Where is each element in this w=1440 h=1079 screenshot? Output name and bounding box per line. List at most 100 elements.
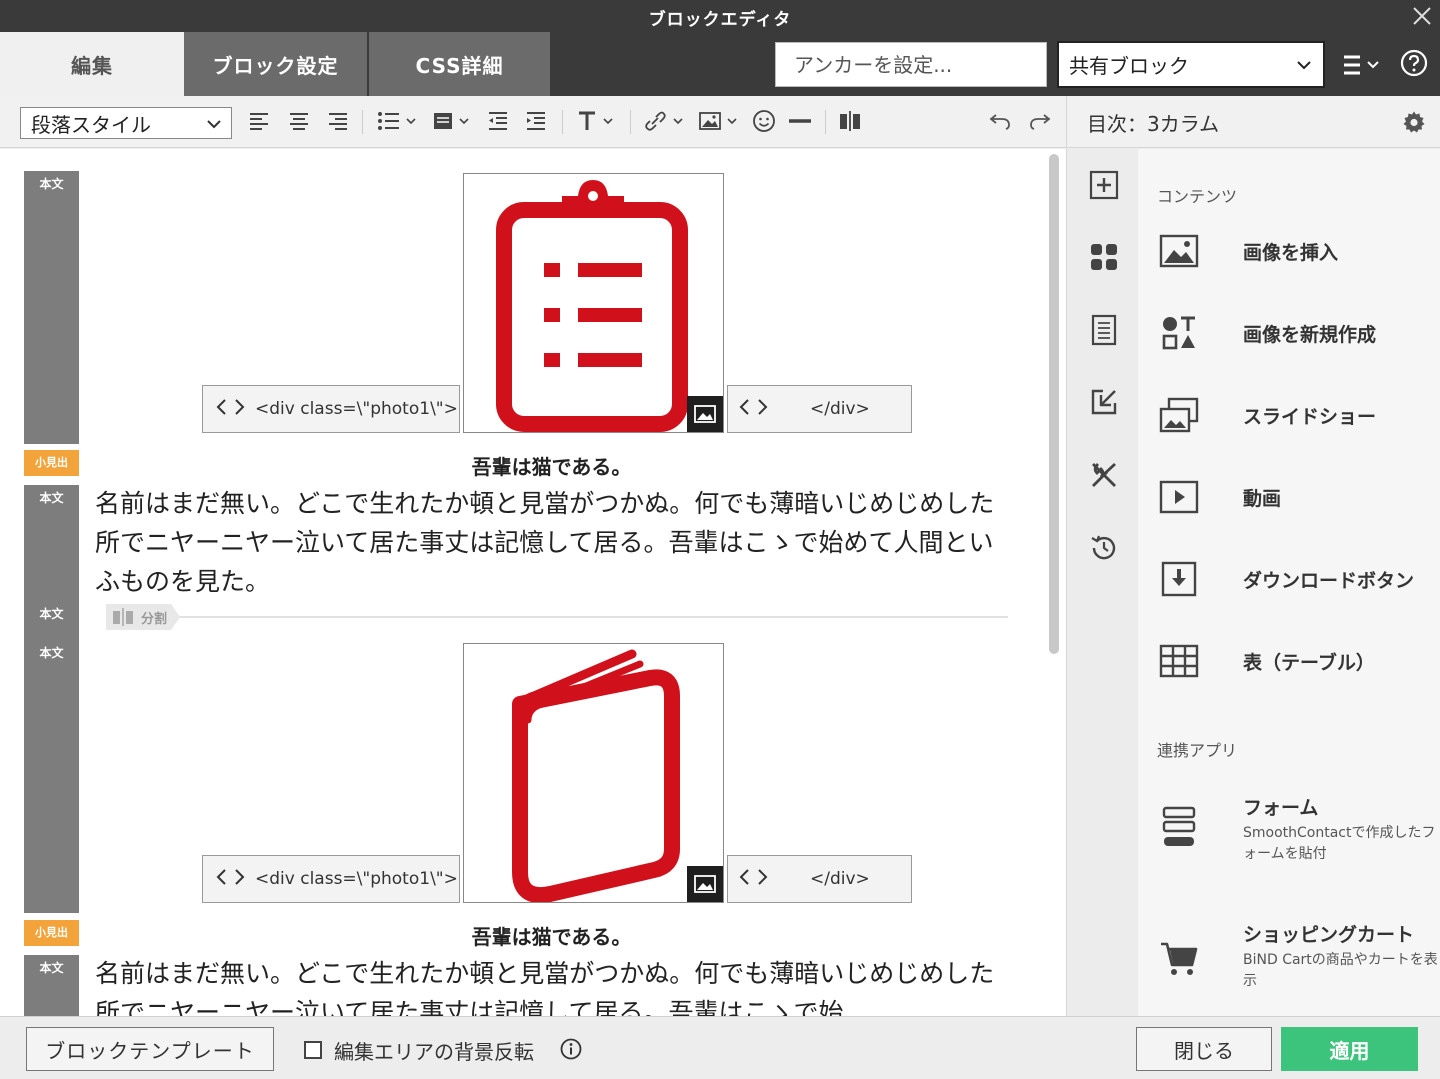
- align-right-icon[interactable]: [326, 106, 350, 136]
- split-icon: [113, 608, 133, 626]
- form-description: SmoothContactで作成したフォームを貼付: [1243, 825, 1436, 862]
- info-icon[interactable]: [560, 1038, 582, 1064]
- code-close-tag[interactable]: </div>: [727, 385, 912, 433]
- history-icon[interactable]: [1087, 531, 1121, 565]
- create-image-label: 画像を新規作成: [1243, 324, 1377, 346]
- image-edit-badge[interactable]: [687, 866, 723, 902]
- close-window-icon[interactable]: [1410, 4, 1434, 28]
- download-button-item[interactable]: ダウンロードボタン: [1158, 549, 1428, 609]
- toolbar-divider: [362, 110, 363, 134]
- slideshow-icon: [1158, 395, 1200, 435]
- block-gutter[interactable]: [24, 171, 79, 444]
- parts-grid-icon[interactable]: [1087, 240, 1121, 274]
- image-edit-badge[interactable]: [687, 396, 723, 432]
- body-paragraph[interactable]: 名前はまだ無い。どこで生れたか頓と見當がつかぬ。何でも薄暗いじめじめした所でニヤ…: [95, 484, 1015, 601]
- slideshow-item[interactable]: スライドショー: [1158, 385, 1428, 445]
- paragraph-style-select[interactable]: 段落スタイル: [20, 107, 232, 139]
- toolbar-divider: [825, 110, 826, 134]
- video-icon: [1158, 477, 1200, 517]
- outdent-icon[interactable]: [486, 106, 510, 136]
- shared-block-select[interactable]: 共有ブロック: [1057, 41, 1325, 88]
- invert-bg-label[interactable]: 編集エリアの背景反転: [334, 1036, 534, 1065]
- code-icon: [738, 397, 772, 422]
- anchor-input[interactable]: [775, 42, 1047, 87]
- window-title: ブロックエディタ: [648, 10, 792, 30]
- tools-icon[interactable]: [1087, 458, 1121, 492]
- split-divider[interactable]: 分割: [106, 604, 1008, 630]
- body-label: 本文: [39, 961, 64, 975]
- slideshow-label: スライドショー: [1243, 406, 1377, 428]
- apply-button[interactable]: 適用: [1281, 1027, 1418, 1071]
- editor-area[interactable]: 本文 小見出 本文 本文 本文 小見出 本文 <div class=\"phot…: [0, 149, 1066, 1016]
- format-toolbar: 段落スタイル: [0, 96, 1066, 148]
- text-style-icon[interactable]: [576, 106, 618, 136]
- split-tag: 分割: [106, 604, 180, 630]
- insert-image-label: 画像を挿入: [1243, 242, 1339, 264]
- download-button-label: ダウンロードボタン: [1243, 570, 1415, 592]
- code-open-text: <div class=\"photo1\">: [255, 399, 458, 419]
- close-button[interactable]: 閉じる: [1136, 1027, 1272, 1071]
- shopping-cart-label: ショッピングカート: [1243, 924, 1415, 946]
- align-center-icon[interactable]: [287, 106, 311, 136]
- title-bar: ブロックエディタ: [0, 0, 1440, 32]
- add-block-icon[interactable]: [1087, 168, 1121, 202]
- shopping-cart-item[interactable]: ショッピングカート BiND Cartの商品やカートを表示: [1158, 920, 1438, 1000]
- table-item[interactable]: 表（テーブル）: [1158, 631, 1428, 691]
- block-template-button[interactable]: ブロックテンプレート: [26, 1027, 274, 1071]
- toolbar-divider: [562, 110, 563, 134]
- chevron-down-icon: [1295, 55, 1313, 79]
- image-insert-icon[interactable]: [698, 106, 740, 136]
- image-caption[interactable]: 吾輩は猫である。: [95, 451, 1008, 480]
- editor-scrollbar-thumb[interactable]: [1049, 154, 1059, 654]
- bullet-list-icon[interactable]: [377, 106, 419, 136]
- form-label: フォーム: [1243, 797, 1319, 819]
- code-close-tag[interactable]: </div>: [727, 855, 912, 903]
- indent-icon[interactable]: [524, 106, 548, 136]
- clipboard-image[interactable]: [463, 173, 724, 433]
- undo-icon[interactable]: [987, 106, 1013, 136]
- horizontal-rule-icon[interactable]: [788, 106, 812, 136]
- code-icon: [215, 397, 249, 422]
- tab-css-detail[interactable]: CSS詳細: [369, 32, 550, 96]
- menu-button[interactable]: [1340, 52, 1386, 78]
- link-icon[interactable]: [644, 106, 686, 136]
- contents-section-title: コンテンツ: [1157, 187, 1238, 206]
- tab-block-settings[interactable]: ブロック設定: [184, 32, 367, 96]
- sidebar-panel: コンテンツ 画像を挿入 画像を新規作成 スライドショー 動画 ダウンロードボタン: [1138, 149, 1440, 1016]
- code-close-text: </div>: [810, 399, 870, 419]
- image-caption[interactable]: 吾輩は猫である。: [95, 921, 1008, 950]
- sidebar-header: 目次：3カラム: [1066, 96, 1440, 148]
- redo-icon[interactable]: [1027, 106, 1053, 136]
- block-format-icon[interactable]: [432, 106, 474, 136]
- block-gutter[interactable]: [24, 485, 79, 913]
- create-image-item[interactable]: 画像を新規作成: [1158, 303, 1428, 363]
- video-item[interactable]: 動画: [1158, 467, 1428, 527]
- image-icon: [694, 875, 716, 893]
- footer-bar: ブロックテンプレート 編集エリアの背景反転 閉じる 適用: [0, 1016, 1440, 1079]
- emoji-icon[interactable]: [751, 106, 777, 136]
- import-icon[interactable]: [1087, 385, 1121, 419]
- book-image[interactable]: [463, 643, 724, 903]
- shopping-cart-description: BiND Cartの商品やカートを表示: [1243, 952, 1438, 989]
- subheading-label: 小見出: [24, 920, 79, 946]
- code-open-tag[interactable]: <div class=\"photo1\">: [202, 855, 460, 903]
- body-paragraph[interactable]: 名前はまだ無い。どこで生れたか頓と見當がつかぬ。何でも薄暗いじめじめした所でニヤ…: [95, 954, 1015, 1016]
- tab-edit[interactable]: 編集: [0, 32, 184, 96]
- align-left-icon[interactable]: [247, 106, 271, 136]
- code-open-tag[interactable]: <div class=\"photo1\">: [202, 385, 460, 433]
- invert-bg-checkbox[interactable]: [304, 1041, 322, 1059]
- code-close-text: </div>: [810, 869, 870, 889]
- form-item[interactable]: フォーム SmoothContactで作成したフォームを貼付: [1158, 793, 1438, 873]
- gear-icon[interactable]: [1402, 110, 1426, 138]
- code-open-text: <div class=\"photo1\">: [255, 869, 458, 889]
- page-icon[interactable]: [1087, 313, 1121, 347]
- paragraph-style-value: 段落スタイル: [31, 112, 151, 137]
- split-block-icon[interactable]: [838, 106, 862, 136]
- table-label: 表（テーブル）: [1243, 652, 1375, 674]
- insert-image-item[interactable]: 画像を挿入: [1158, 221, 1428, 281]
- chevron-down-icon: [205, 114, 223, 138]
- book-icon: [512, 649, 680, 903]
- body-label: 本文: [39, 646, 64, 660]
- video-label: 動画: [1243, 488, 1282, 510]
- help-icon[interactable]: [1400, 49, 1428, 77]
